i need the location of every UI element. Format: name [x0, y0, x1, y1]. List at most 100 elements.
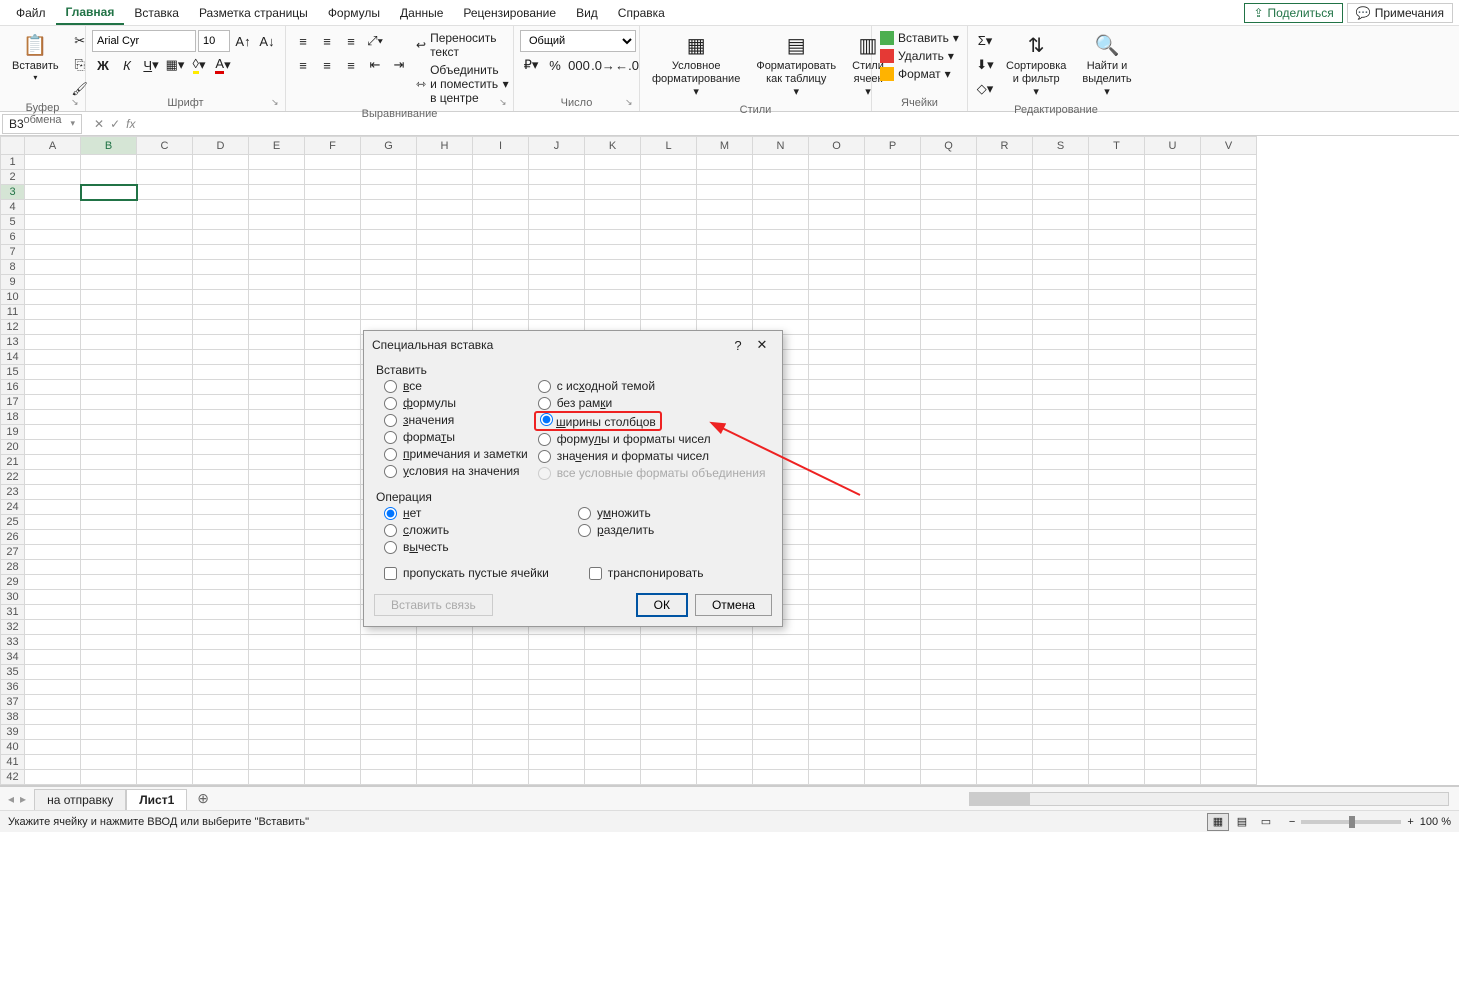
cell-R39[interactable] [977, 725, 1033, 740]
cell-G8[interactable] [361, 260, 417, 275]
cell-G10[interactable] [361, 290, 417, 305]
cell-P38[interactable] [865, 710, 921, 725]
cell-M10[interactable] [697, 290, 753, 305]
font-launcher[interactable]: ↘ [271, 97, 283, 109]
cell-F13[interactable] [305, 335, 361, 350]
font-size-combo[interactable] [198, 30, 230, 52]
cell-K37[interactable] [585, 695, 641, 710]
cell-Q15[interactable] [921, 365, 977, 380]
cell-A12[interactable] [25, 320, 81, 335]
cell-M38[interactable] [697, 710, 753, 725]
cell-C35[interactable] [137, 665, 193, 680]
cell-K39[interactable] [585, 725, 641, 740]
cell-R4[interactable] [977, 200, 1033, 215]
cell-P4[interactable] [865, 200, 921, 215]
cell-R25[interactable] [977, 515, 1033, 530]
cell-U39[interactable] [1145, 725, 1201, 740]
cell-E1[interactable] [249, 155, 305, 170]
cell-R8[interactable] [977, 260, 1033, 275]
cell-F24[interactable] [305, 500, 361, 515]
cell-G9[interactable] [361, 275, 417, 290]
cell-I6[interactable] [473, 230, 529, 245]
cell-B16[interactable] [81, 380, 137, 395]
cell-U21[interactable] [1145, 455, 1201, 470]
cell-H5[interactable] [417, 215, 473, 230]
cell-B3[interactable] [81, 185, 137, 200]
cell-B17[interactable] [81, 395, 137, 410]
cell-S15[interactable] [1033, 365, 1089, 380]
cell-U41[interactable] [1145, 755, 1201, 770]
radio-formnum[interactable]: формулы и форматы чисел [538, 432, 766, 446]
view-normal[interactable]: ▦ [1207, 813, 1229, 831]
cell-Q19[interactable] [921, 425, 977, 440]
cell-B13[interactable] [81, 335, 137, 350]
cell-R3[interactable] [977, 185, 1033, 200]
cell-E28[interactable] [249, 560, 305, 575]
comma-button[interactable]: 000 [568, 54, 590, 76]
cell-B8[interactable] [81, 260, 137, 275]
cell-D18[interactable] [193, 410, 249, 425]
cell-C10[interactable] [137, 290, 193, 305]
cell-R16[interactable] [977, 380, 1033, 395]
cell-O12[interactable] [809, 320, 865, 335]
cell-U31[interactable] [1145, 605, 1201, 620]
cell-D35[interactable] [193, 665, 249, 680]
cell-M2[interactable] [697, 170, 753, 185]
row-header-33[interactable]: 33 [1, 635, 25, 650]
add-sheet-button[interactable]: ⊕ [187, 790, 219, 807]
row-header-6[interactable]: 6 [1, 230, 25, 245]
cell-C1[interactable] [137, 155, 193, 170]
cell-T37[interactable] [1089, 695, 1145, 710]
cell-F34[interactable] [305, 650, 361, 665]
cell-B9[interactable] [81, 275, 137, 290]
cell-C15[interactable] [137, 365, 193, 380]
radio-noborder[interactable]: без рамки [538, 396, 766, 410]
cell-V37[interactable] [1201, 695, 1257, 710]
cell-T13[interactable] [1089, 335, 1145, 350]
cell-C34[interactable] [137, 650, 193, 665]
cell-U9[interactable] [1145, 275, 1201, 290]
column-header-R[interactable]: R [977, 137, 1033, 155]
cell-N8[interactable] [753, 260, 809, 275]
cell-A26[interactable] [25, 530, 81, 545]
row-header-37[interactable]: 37 [1, 695, 25, 710]
cell-I10[interactable] [473, 290, 529, 305]
cell-P15[interactable] [865, 365, 921, 380]
cell-F16[interactable] [305, 380, 361, 395]
cell-U22[interactable] [1145, 470, 1201, 485]
cell-G36[interactable] [361, 680, 417, 695]
cell-Q39[interactable] [921, 725, 977, 740]
row-header-35[interactable]: 35 [1, 665, 25, 680]
cell-Q3[interactable] [921, 185, 977, 200]
cell-K42[interactable] [585, 770, 641, 785]
cell-S12[interactable] [1033, 320, 1089, 335]
cell-J41[interactable] [529, 755, 585, 770]
cell-M33[interactable] [697, 635, 753, 650]
column-header-Q[interactable]: Q [921, 137, 977, 155]
cell-L34[interactable] [641, 650, 697, 665]
cell-U16[interactable] [1145, 380, 1201, 395]
cell-S36[interactable] [1033, 680, 1089, 695]
cell-B29[interactable] [81, 575, 137, 590]
cell-B28[interactable] [81, 560, 137, 575]
cell-E26[interactable] [249, 530, 305, 545]
cell-F26[interactable] [305, 530, 361, 545]
cell-M7[interactable] [697, 245, 753, 260]
cell-R9[interactable] [977, 275, 1033, 290]
cell-O35[interactable] [809, 665, 865, 680]
cell-K6[interactable] [585, 230, 641, 245]
cell-S22[interactable] [1033, 470, 1089, 485]
cell-N3[interactable] [753, 185, 809, 200]
cell-P34[interactable] [865, 650, 921, 665]
cell-E33[interactable] [249, 635, 305, 650]
cell-F41[interactable] [305, 755, 361, 770]
cell-A41[interactable] [25, 755, 81, 770]
cell-N11[interactable] [753, 305, 809, 320]
cell-B21[interactable] [81, 455, 137, 470]
cell-C31[interactable] [137, 605, 193, 620]
cell-C23[interactable] [137, 485, 193, 500]
cell-F28[interactable] [305, 560, 361, 575]
cell-O32[interactable] [809, 620, 865, 635]
align-right[interactable]: ≡ [340, 54, 362, 76]
cell-A42[interactable] [25, 770, 81, 785]
